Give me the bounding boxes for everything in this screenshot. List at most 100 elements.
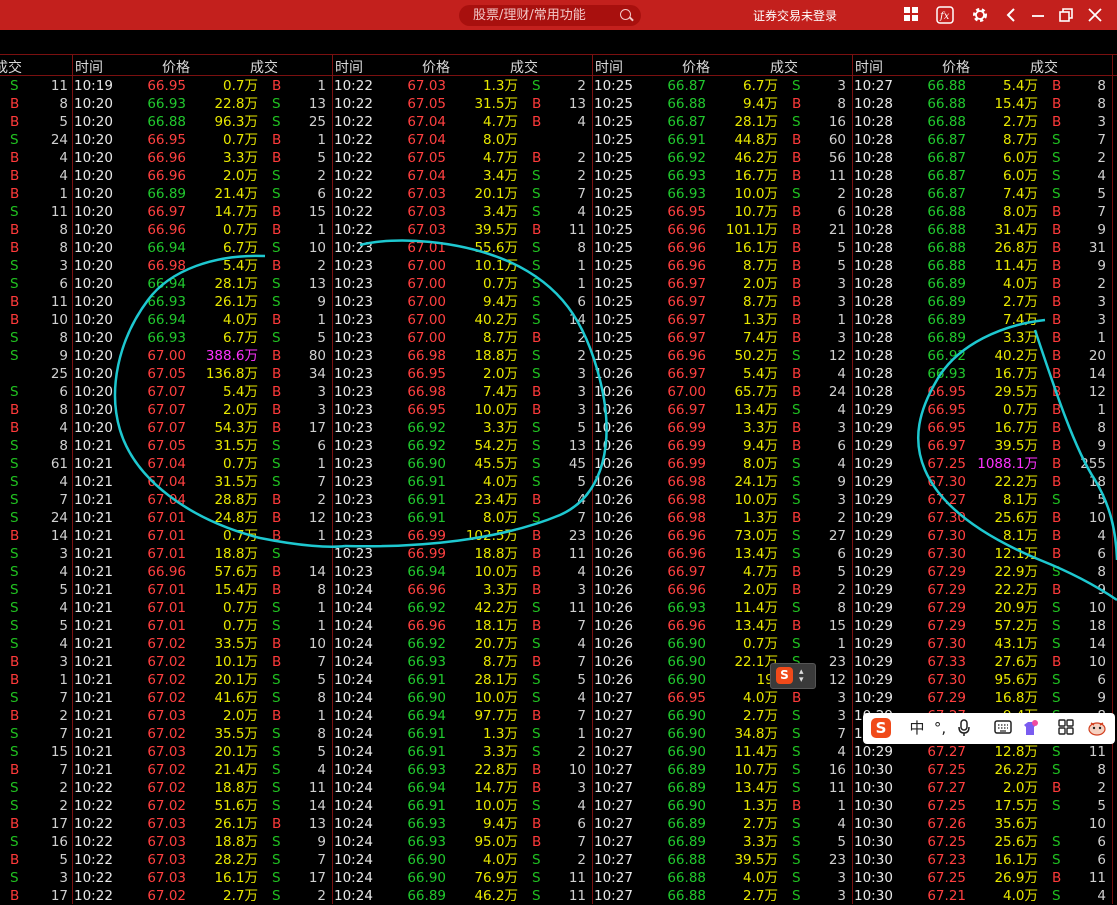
table-row[interactable]: 10:23 66.92 3.3万 S 5 <box>332 419 590 437</box>
table-row[interactable]: 10:20 66.93 22.8万 S 13 <box>72 95 330 113</box>
table-row[interactable]: S 11 <box>0 77 70 95</box>
table-row[interactable]: 10:29 67.27 12.8万 S 11 <box>852 743 1110 761</box>
table-row[interactable]: 10:26 66.96 13.4万 S 6 <box>592 545 850 563</box>
restore-icon[interactable] <box>1057 6 1075 24</box>
table-row[interactable]: 10:30 67.21 4.0万 S 4 <box>852 887 1110 905</box>
table-row[interactable]: 10:21 67.02 10.1万 B 7 <box>72 653 330 671</box>
table-row[interactable]: 10:22 67.03 26.1万 B 13 <box>72 815 330 833</box>
table-row[interactable]: 10:22 67.02 18.8万 S 11 <box>72 779 330 797</box>
table-row[interactable]: S5 <box>0 581 70 599</box>
table-row[interactable]: 10:29 66.95 16.7万 B 8 <box>852 419 1110 437</box>
table-row[interactable]: 10:30 67.25 17.5万 S 5 <box>852 797 1110 815</box>
table-row[interactable]: B 17 <box>0 815 70 833</box>
table-row[interactable]: 10:20 66.89 21.4万 S 6 <box>72 185 330 203</box>
table-row[interactable]: 10:29 67.27 8.1万 S 5 <box>852 491 1110 509</box>
table-row[interactable]: 10:29 67.30 22.2万 B 18 <box>852 473 1110 491</box>
table-row[interactable]: 10:19 66.95 0.7万 B 1 <box>72 77 330 95</box>
search-icon[interactable] <box>620 9 631 20</box>
table-row[interactable]: 10:20 67.07 2.0万 B 3 <box>72 401 330 419</box>
table-row[interactable]: 10:21 67.02 21.4万 S 4 <box>72 761 330 779</box>
table-row[interactable]: 10:21 67.02 20.1万 S 5 <box>72 671 330 689</box>
table-row[interactable]: B 11 <box>0 293 70 311</box>
table-row[interactable]: 10:28 66.88 31.4万 B 9 <box>852 221 1110 239</box>
table-row[interactable]: 10:27 66.90 11.4万 S 4 <box>592 743 850 761</box>
table-row[interactable]: 10:23 67.01 55.6万 S 8 <box>332 239 590 257</box>
table-row[interactable]: 10:21 67.01 0.7万 S 1 <box>72 599 330 617</box>
table-row[interactable]: 10:22 67.05 4.7万 B 2 <box>332 149 590 167</box>
table-row[interactable]: S4 <box>0 563 70 581</box>
table-row[interactable]: B8 <box>0 239 70 257</box>
table-row[interactable]: 10:23 67.00 9.4万 S 6 <box>332 293 590 311</box>
grid-menu-icon[interactable] <box>1056 719 1076 739</box>
table-row[interactable]: 10:29 67.29 22.2万 B 9 <box>852 581 1110 599</box>
table-row[interactable]: B5 <box>0 851 70 869</box>
table-row[interactable]: 10:22 67.05 31.5万 B 13 <box>332 95 590 113</box>
table-row[interactable]: 10:27 66.90 1.3万 B 1 <box>592 797 850 815</box>
table-row[interactable]: 10:26 66.99 8.0万 S 4 <box>592 455 850 473</box>
table-row[interactable]: 10:25 66.88 9.4万 B 8 <box>592 95 850 113</box>
table-row[interactable]: B2 <box>0 707 70 725</box>
table-row[interactable]: B4 <box>0 149 70 167</box>
table-row[interactable]: 10:27 66.90 34.8万 S 7 <box>592 725 850 743</box>
table-row[interactable]: 10:26 66.99 3.3万 B 3 <box>592 419 850 437</box>
table-row[interactable]: 10:28 66.93 16.7万 B 14 <box>852 365 1110 383</box>
table-row[interactable]: B4 <box>0 167 70 185</box>
table-row[interactable]: 10:28 66.87 6.0万 S 2 <box>852 149 1110 167</box>
table-row[interactable]: S7 <box>0 491 70 509</box>
table-row[interactable]: 10:20 66.95 0.7万 B 1 <box>72 131 330 149</box>
table-row[interactable]: 10:27 66.88 4.0万 S 3 <box>592 869 850 887</box>
table-row[interactable]: 10:23 66.91 4.0万 S 5 <box>332 473 590 491</box>
windows-icon[interactable] <box>902 6 920 24</box>
table-row[interactable]: B4 <box>0 419 70 437</box>
table-row[interactable]: S9 <box>0 347 70 365</box>
table-row[interactable]: 10:25 66.96 101.1万 B 21 <box>592 221 850 239</box>
table-row[interactable]: 10:22 67.04 3.4万 S 2 <box>332 167 590 185</box>
table-row[interactable]: S3 <box>0 869 70 887</box>
table-row[interactable]: 10:28 66.88 8.0万 B 7 <box>852 203 1110 221</box>
table-row[interactable]: 10:28 66.87 6.0万 S 4 <box>852 167 1110 185</box>
table-row[interactable]: 10:25 66.93 16.7万 B 11 <box>592 167 850 185</box>
table-row[interactable]: 10:20 66.96 0.7万 B 1 <box>72 221 330 239</box>
table-row[interactable]: 10:23 66.92 54.2万 S 13 <box>332 437 590 455</box>
table-row[interactable]: 10:21 67.04 0.7万 S 1 <box>72 455 330 473</box>
table-row[interactable]: 10:27 66.89 3.3万 S 5 <box>592 833 850 851</box>
table-row[interactable]: 10:23 66.95 2.0万 S 3 <box>332 365 590 383</box>
close-icon[interactable] <box>1086 6 1104 24</box>
table-row[interactable]: 10:28 66.89 2.7万 B 3 <box>852 293 1110 311</box>
gear-icon[interactable] <box>971 6 989 24</box>
table-row[interactable]: 10:27 66.88 2.7万 S 3 <box>592 887 850 905</box>
table-row[interactable]: 10:21 67.02 41.6万 S 8 <box>72 689 330 707</box>
table-row[interactable]: 10:24 66.96 18.1万 B 7 <box>332 617 590 635</box>
table-row[interactable]: 10:24 66.96 3.3万 B 3 <box>332 581 590 599</box>
table-row[interactable]: 10:28 66.88 2.7万 B 3 <box>852 113 1110 131</box>
table-row[interactable]: 10:29 67.30 95.6万 S 6 <box>852 671 1110 689</box>
table-row[interactable]: S6 <box>0 383 70 401</box>
table-row[interactable]: 10:20 66.97 14.7万 B 15 <box>72 203 330 221</box>
table-row[interactable]: 10:28 66.95 29.5万 B 12 <box>852 383 1110 401</box>
table-row[interactable]: 10:29 67.29 20.9万 S 10 <box>852 599 1110 617</box>
table-row[interactable]: 10:26 66.97 4.7万 B 5 <box>592 563 850 581</box>
table-row[interactable]: 10:28 66.89 4.0万 B 2 <box>852 275 1110 293</box>
table-row[interactable]: 10:29 67.33 27.6万 B 10 <box>852 653 1110 671</box>
table-row[interactable]: 10:23 66.99 18.8万 B 11 <box>332 545 590 563</box>
table-row[interactable]: 10:26 66.97 13.4万 S 4 <box>592 401 850 419</box>
table-row[interactable]: 10:24 66.91 3.3万 S 2 <box>332 743 590 761</box>
table-row[interactable]: 10:29 67.30 25.6万 B 10 <box>852 509 1110 527</box>
table-row[interactable]: 10:23 66.99 102.5万 B 23 <box>332 527 590 545</box>
search-input[interactable]: 股票/理财/常用功能 <box>459 5 641 26</box>
table-row[interactable]: 10:20 67.05 136.8万 B 34 <box>72 365 330 383</box>
fx-icon[interactable]: fx <box>936 6 954 24</box>
table-row[interactable]: 10:30 67.23 16.1万 S 6 <box>852 851 1110 869</box>
table-row[interactable]: 10:28 66.87 8.7万 S 7 <box>852 131 1110 149</box>
table-row[interactable]: S3 <box>0 545 70 563</box>
table-row[interactable]: B1 <box>0 671 70 689</box>
table-row[interactable]: S 24 <box>0 131 70 149</box>
table-row[interactable]: 10:22 67.04 8.0万 <box>332 131 590 149</box>
table-row[interactable]: 10:24 66.93 8.7万 B 7 <box>332 653 590 671</box>
table-row[interactable]: 10:29 67.30 12.1万 B 6 <box>852 545 1110 563</box>
ime-status-widget[interactable]: S ▴ ▾ <box>770 663 816 689</box>
table-row[interactable]: 10:29 66.97 39.5万 B 9 <box>852 437 1110 455</box>
table-row[interactable]: 10:25 66.91 44.8万 B 60 <box>592 131 850 149</box>
table-row[interactable]: B8 <box>0 221 70 239</box>
table-row[interactable]: 10:21 67.05 31.5万 S 6 <box>72 437 330 455</box>
